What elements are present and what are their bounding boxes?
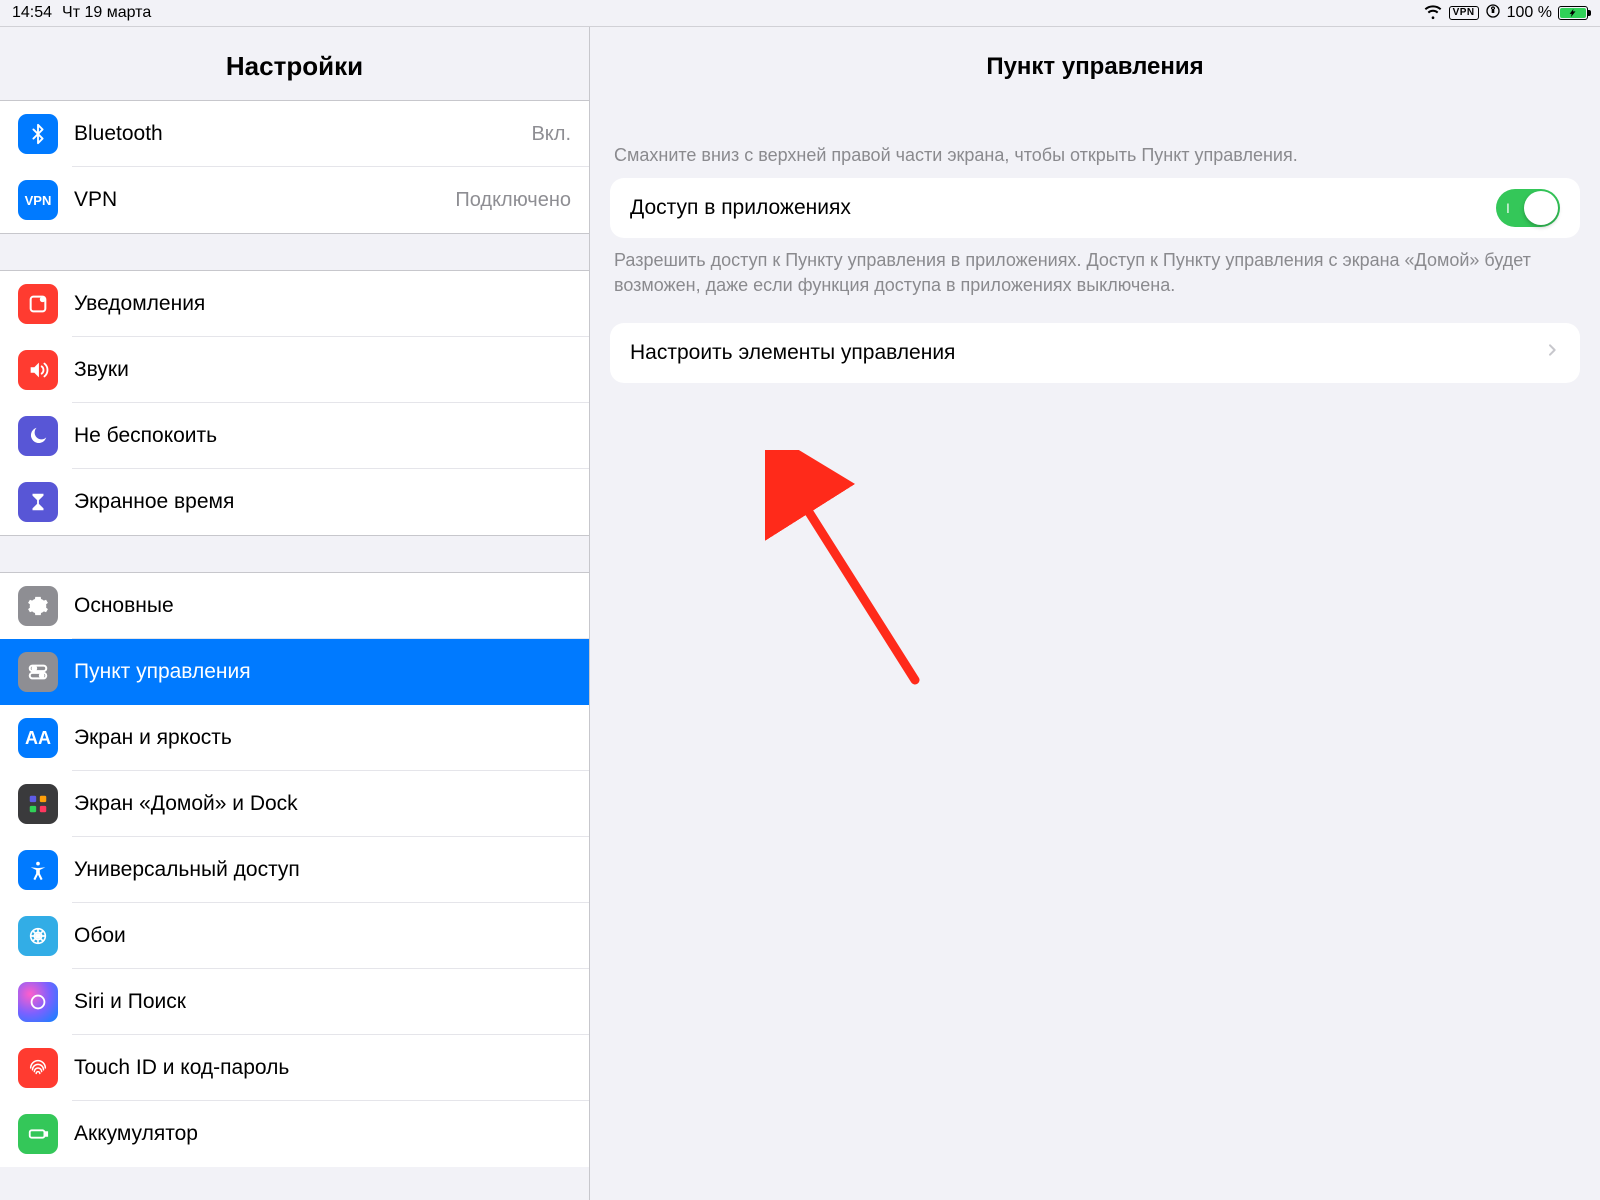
toggle-card: Доступ в приложениях I: [610, 178, 1580, 238]
sidebar-item-dnd[interactable]: Не беспокоить: [0, 403, 589, 469]
gear-icon: [18, 586, 58, 626]
accessibility-icon: [18, 850, 58, 890]
detail-title: Пункт управления: [590, 27, 1600, 99]
vpn-icon: VPN: [18, 180, 58, 220]
moon-icon: [18, 416, 58, 456]
toggle-label: Доступ в приложениях: [630, 196, 1496, 220]
detail-pane: Пункт управления Смахните вниз с верхней…: [590, 27, 1600, 1200]
hourglass-icon: [18, 482, 58, 522]
wifi-icon: [1423, 1, 1443, 26]
touchid-icon: [18, 1048, 58, 1088]
sidebar-item-label: Touch ID и код-пароль: [74, 1056, 571, 1080]
sounds-icon: [18, 350, 58, 390]
sidebar-item-wallpaper[interactable]: Обои: [0, 903, 589, 969]
sidebar-item-vpn[interactable]: VPN VPN Подключено: [0, 167, 589, 233]
sidebar-item-label: Bluetooth: [74, 122, 531, 146]
toggle-switch[interactable]: I: [1496, 189, 1560, 227]
siri-icon: [18, 982, 58, 1022]
sidebar-item-label: Siri и Поиск: [74, 990, 571, 1014]
bluetooth-icon: [18, 114, 58, 154]
sidebar-item-label: Звуки: [74, 358, 571, 382]
sidebar-item-siri[interactable]: Siri и Поиск: [0, 969, 589, 1035]
sidebar-item-touchid[interactable]: Touch ID и код-пароль: [0, 1035, 589, 1101]
settings-sidebar[interactable]: Настройки Bluetooth Вкл. VPN VPN Подключ…: [0, 27, 590, 1200]
sidebar-item-label: Уведомления: [74, 292, 571, 316]
orientation-lock-icon: [1485, 3, 1501, 24]
sidebar-item-display[interactable]: AA Экран и яркость: [0, 705, 589, 771]
sidebar-group-connectivity: Bluetooth Вкл. VPN VPN Подключено: [0, 100, 589, 234]
sidebar-item-label: Аккумулятор: [74, 1122, 571, 1146]
sidebar-item-bluetooth[interactable]: Bluetooth Вкл.: [0, 101, 589, 167]
sidebar-item-screentime[interactable]: Экранное время: [0, 469, 589, 535]
sidebar-item-sounds[interactable]: Звуки: [0, 337, 589, 403]
battery-settings-icon: [18, 1114, 58, 1154]
sidebar-item-label: Универсальный доступ: [74, 858, 571, 882]
sidebar-item-general[interactable]: Основные: [0, 573, 589, 639]
action-card: Настроить элементы управления: [610, 323, 1580, 383]
sidebar-item-label: Основные: [74, 594, 571, 618]
sidebar-item-home-dock[interactable]: Экран «Домой» и Dock: [0, 771, 589, 837]
sidebar-item-label: VPN: [74, 188, 455, 212]
sidebar-item-control-center[interactable]: Пункт управления: [0, 639, 589, 705]
action-customize-controls[interactable]: Настроить элементы управления: [610, 323, 1580, 383]
status-time: 14:54: [12, 4, 52, 22]
sidebar-item-accessibility[interactable]: Универсальный доступ: [0, 837, 589, 903]
control-center-icon: [18, 652, 58, 692]
battery-icon: [1558, 6, 1588, 20]
detail-hint-top: Смахните вниз с верхней правой части экр…: [610, 99, 1580, 178]
sidebar-group-general: Основные Пункт управления AA Экран и ярк…: [0, 572, 589, 1167]
notifications-icon: [18, 284, 58, 324]
dock-icon: [18, 784, 58, 824]
sidebar-group-notifications: Уведомления Звуки Не беспокоить Экранное…: [0, 270, 589, 536]
sidebar-item-label: Экранное время: [74, 490, 571, 514]
sidebar-item-status: Подключено: [455, 189, 571, 212]
chevron-right-icon: [1544, 342, 1560, 363]
wallpaper-icon: [18, 916, 58, 956]
toggle-row-access[interactable]: Доступ в приложениях I: [610, 178, 1580, 238]
sidebar-item-label: Экран и яркость: [74, 726, 571, 750]
text-size-icon: AA: [18, 718, 58, 758]
sidebar-item-label: Экран «Домой» и Dock: [74, 792, 571, 816]
sidebar-item-battery[interactable]: Аккумулятор: [0, 1101, 589, 1167]
action-label: Настроить элементы управления: [630, 341, 1544, 365]
sidebar-item-label: Обои: [74, 924, 571, 948]
sidebar-item-status: Вкл.: [531, 123, 571, 146]
battery-percent: 100 %: [1507, 4, 1552, 22]
status-bar: 14:54 Чт 19 марта VPN 100 %: [0, 0, 1600, 26]
vpn-badge: VPN: [1449, 6, 1479, 20]
sidebar-item-label: Не беспокоить: [74, 424, 571, 448]
status-date: Чт 19 марта: [62, 4, 151, 22]
sidebar-title: Настройки: [0, 27, 589, 101]
detail-hint-below: Разрешить доступ к Пункту управления в п…: [610, 238, 1580, 322]
sidebar-item-notifications[interactable]: Уведомления: [0, 271, 589, 337]
sidebar-item-label: Пункт управления: [74, 660, 571, 684]
